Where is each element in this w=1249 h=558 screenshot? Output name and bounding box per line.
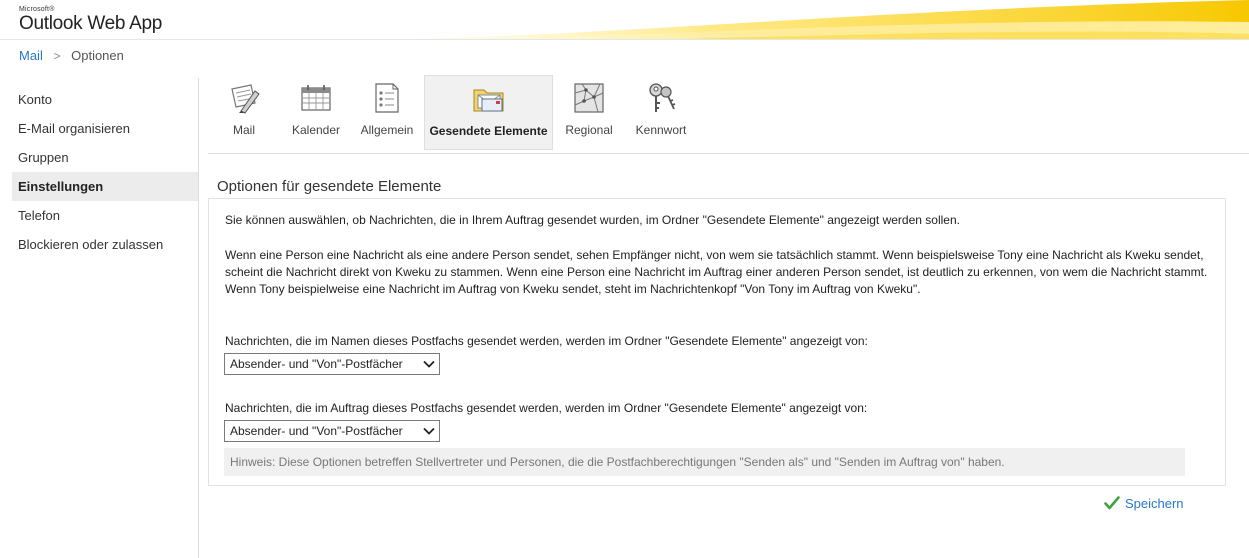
tab-kalender[interactable]: Kalender [290, 75, 342, 150]
tab-kennwort-label: Kennwort [635, 123, 687, 137]
hint-note: Hinweis: Diese Optionen betreffen Stellv… [224, 448, 1185, 476]
save-button[interactable]: Speichern [1104, 495, 1184, 511]
tab-regional[interactable]: Regional [562, 75, 616, 150]
checkmark-icon [1104, 496, 1120, 510]
sidebar-item-einstellungen[interactable]: Einstellungen [12, 172, 198, 201]
send-as-select[interactable]: Absender- und "Von"-Postfächer [224, 353, 440, 375]
tab-mail[interactable]: Mail [222, 75, 266, 150]
tab-mail-label: Mail [232, 123, 255, 137]
header-swoosh-decoration [410, 0, 1249, 39]
breadcrumb-current: Optionen [71, 48, 124, 63]
intro-text: Sie können auswählen, ob Nachrichten, di… [225, 213, 960, 227]
sent-items-options-panel: Sie können auswählen, ob Nachrichten, di… [208, 198, 1226, 486]
breadcrumb-mail-link[interactable]: Mail [19, 48, 43, 63]
tab-allgemein[interactable]: Allgemein [358, 75, 416, 150]
breadcrumb-separator: > [53, 49, 61, 63]
sidebar-item-telefon[interactable]: Telefon [12, 201, 198, 230]
send-on-behalf-select[interactable]: Absender- und "Von"-Postfächer [224, 420, 440, 442]
chevron-down-icon [423, 360, 435, 368]
sidebar-item-gruppen[interactable]: Gruppen [12, 143, 198, 172]
tab-regional-label: Regional [565, 123, 613, 137]
regional-map-icon [574, 83, 604, 113]
chevron-down-icon [423, 427, 435, 435]
settings-toolbar: Mail Kalender Allgemein Gesendete Elemen… [208, 74, 1249, 154]
mail-settings-icon [231, 84, 260, 114]
app-header: Microsoft® Outlook Web App [0, 0, 1249, 40]
send-as-label: Nachrichten, die im Namen dieses Postfac… [225, 334, 868, 348]
breadcrumb: Mail > Optionen [19, 47, 124, 65]
tab-allgemein-label: Allgemein [360, 123, 414, 137]
send-on-behalf-select-value: Absender- und "Von"-Postfächer [230, 424, 403, 438]
tab-kennwort[interactable]: Kennwort [632, 75, 690, 150]
sidebar-item-email-organisieren[interactable]: E-Mail organisieren [12, 114, 198, 143]
sent-items-folder-icon [473, 89, 503, 112]
sidebar-item-konto[interactable]: Konto [12, 85, 198, 114]
sidebar-divider [198, 78, 199, 558]
explanation-text: Wenn eine Person eine Nachricht als eine… [225, 248, 1208, 296]
brand-app-name: Outlook Web App [19, 13, 163, 34]
calendar-icon [301, 85, 331, 111]
send-as-select-value: Absender- und "Von"-Postfächer [230, 357, 403, 371]
tab-kalender-label: Kalender [291, 123, 341, 137]
tab-gesendete-elemente[interactable]: Gesendete Elemente [424, 75, 553, 150]
section-title: Optionen für gesendete Elemente [217, 178, 442, 195]
sidebar-item-blockieren[interactable]: Blockieren oder zulassen [12, 230, 198, 259]
save-button-label: Speichern [1125, 495, 1184, 511]
keys-icon [649, 83, 676, 112]
sidebar: Konto E-Mail organisieren Gruppen Einste… [12, 85, 198, 259]
send-on-behalf-label: Nachrichten, die im Auftrag dieses Postf… [225, 401, 868, 415]
brand-logo: Microsoft® Outlook Web App [19, 6, 162, 34]
tab-gesendete-elemente-label: Gesendete Elemente [429, 124, 548, 138]
general-list-icon [375, 83, 399, 113]
